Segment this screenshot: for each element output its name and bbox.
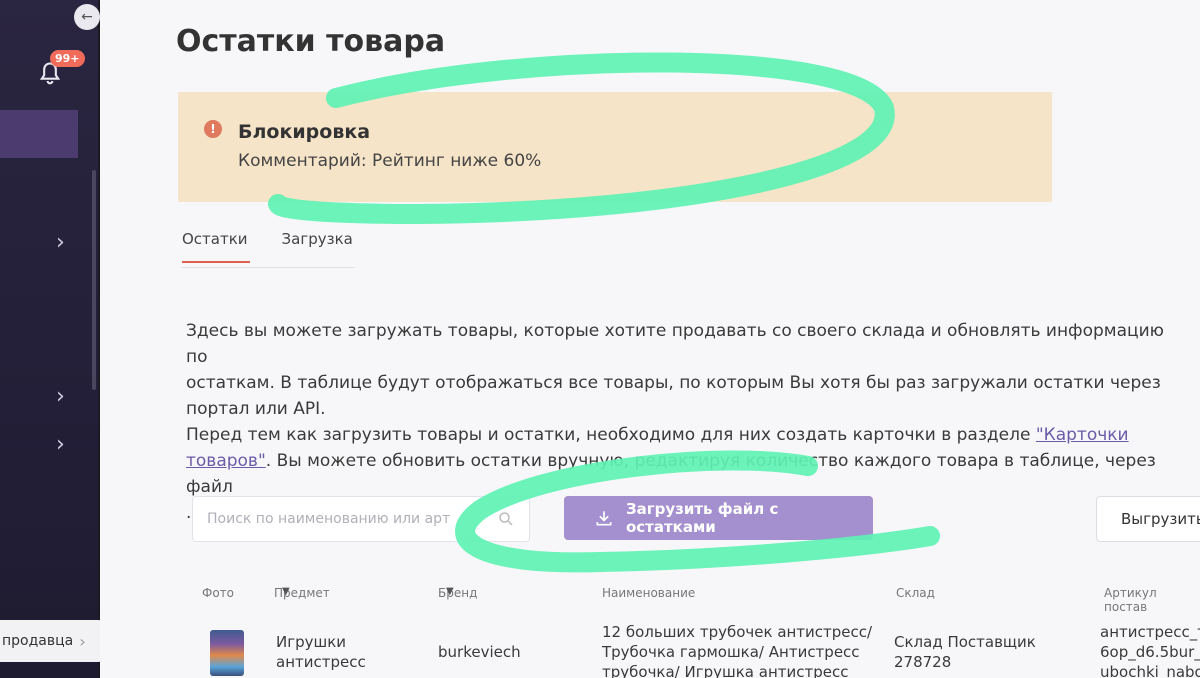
subject-text: Игрушки (276, 633, 347, 651)
search-icon[interactable] (497, 510, 515, 528)
product-photo[interactable] (210, 630, 244, 676)
arrow-left-icon: ← (81, 9, 93, 25)
description-text: Перед тем как загрузить товары и остатки… (186, 425, 1036, 445)
table-header: Фото Предмет ▼ Бренд ▼ Наименование Склад … (100, 586, 1200, 614)
alert-title: Блокировка (238, 121, 371, 143)
cards-link[interactable]: "Карточки (1036, 425, 1129, 445)
notifications-badge: 99+ (50, 50, 85, 67)
chevron-right-icon[interactable]: › (56, 384, 65, 409)
cards-link[interactable]: товаров" (186, 451, 266, 471)
upload-button-label: Загрузить файл с остатками (625, 500, 779, 536)
description-text: . Вы можете обновить остатки вручную, ре… (186, 451, 1156, 497)
column-header-label: Бренд (438, 586, 478, 600)
article-text: ubochki_nabo (1100, 663, 1200, 678)
description: Здесь вы можете загружать товары, которы… (186, 318, 1186, 526)
search-placeholder: Поиск по наименованию или арт (207, 511, 451, 527)
upload-stock-file-button[interactable]: Загрузить файл с остатками (564, 496, 873, 540)
warehouse-text: Склад Поставщик (894, 633, 1036, 651)
chevron-right-icon[interactable]: › (56, 432, 65, 457)
collapse-sidebar-button[interactable]: ← (74, 4, 100, 30)
description-line: остаткам. В таблице будут отображаться в… (186, 373, 1161, 393)
filter-icon[interactable]: ▼ (446, 586, 454, 597)
download-icon (596, 511, 612, 526)
seller-button[interactable]: продавца › (0, 620, 106, 662)
chevron-right-icon[interactable]: › (56, 230, 65, 255)
column-header: Склад (896, 586, 935, 600)
tabs: Остатки Загрузка (182, 228, 354, 268)
sidebar-active-item[interactable] (0, 110, 78, 158)
description-line: товаров". Вы можете обновить остатки вру… (186, 448, 1186, 500)
column-header: Фото (202, 586, 235, 600)
export-button-label: Выгрузить (1121, 510, 1200, 528)
article-cell: антистресс_т 6ор_d6.5bur_ ubochki_nabo (1100, 622, 1200, 678)
search-input[interactable]: Поиск по наименованию или арт (192, 496, 530, 542)
name-text: трубочка/ Игрушка антистресс (602, 663, 849, 678)
subject-cell: Игрушки антистресс (276, 632, 366, 672)
warehouse-cell: Склад Поставщик 278728 (894, 632, 1036, 672)
subject-text: антистресс (276, 653, 366, 671)
main-content: Остатки товара ! Блокировка Комментарий:… (100, 0, 1200, 678)
alert-comment: Комментарий: Рейтинг ниже 60% (238, 151, 542, 171)
sidebar: ← 99+ › › › (0, 0, 100, 678)
sidebar-scrollbar[interactable] (92, 170, 96, 390)
table-row[interactable]: Игрушки антистресс burkeviech 12 больших… (100, 620, 1200, 678)
description-line: Перед тем как загрузить товары и остатки… (186, 422, 1186, 448)
tab-stock[interactable]: Остатки (182, 228, 250, 267)
description-line: Здесь вы можете загружать товары, которы… (186, 321, 1164, 367)
name-text: 12 больших трубочек антистресс/ (602, 623, 873, 641)
article-text: 6ор_d6.5bur_ (1100, 643, 1200, 661)
description-line: портал или API. (186, 399, 326, 419)
article-text: антистресс_т (1100, 623, 1200, 641)
tab-upload[interactable]: Загрузка (282, 228, 353, 267)
alert-icon: ! (204, 120, 222, 138)
column-header: Артикул постав (1104, 586, 1157, 614)
seller-button-label: продавца (2, 633, 74, 649)
brand-cell: burkeviech (438, 643, 521, 661)
chevron-right-icon: › (79, 631, 86, 651)
warehouse-text: 278728 (894, 653, 952, 671)
filter-icon[interactable]: ▼ (282, 586, 290, 597)
block-alert: ! Блокировка Комментарий: Рейтинг ниже 6… (178, 92, 1052, 202)
name-text: Трубочка гармошка/ Антистресс (602, 643, 860, 661)
export-button[interactable]: Выгрузить (1096, 496, 1200, 542)
column-header: Наименование (602, 586, 696, 600)
page-title: Остатки товара (176, 24, 446, 59)
name-cell: 12 больших трубочек антистресс/ Трубочка… (602, 622, 872, 678)
